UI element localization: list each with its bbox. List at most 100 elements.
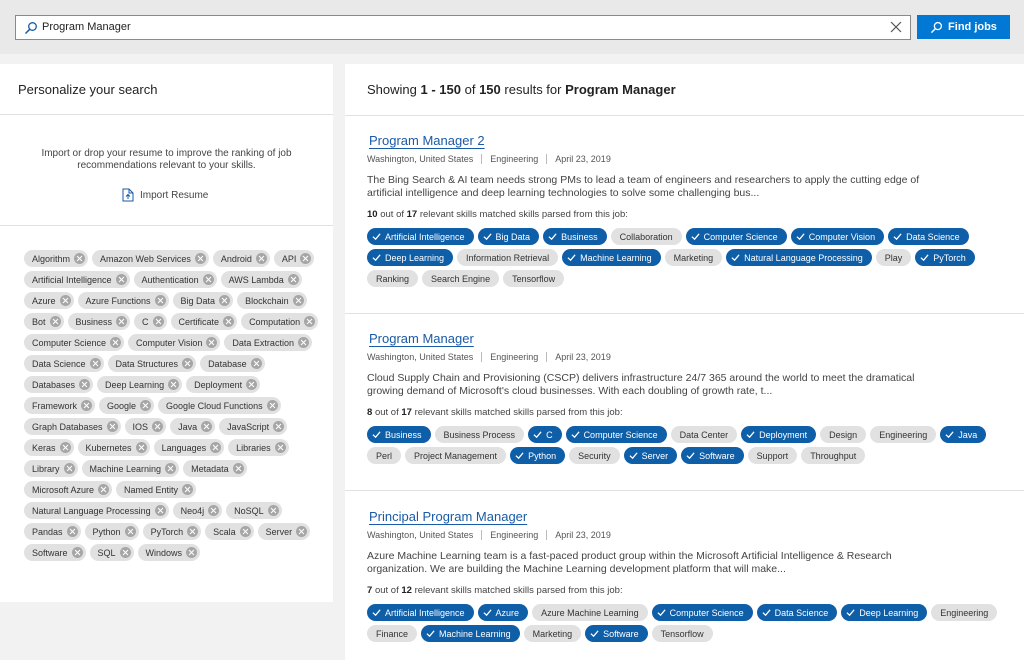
remove-icon[interactable] [116, 316, 128, 327]
find-jobs-button[interactable]: Find jobs [917, 15, 1010, 39]
skill-filter-chip[interactable]: Business [67, 313, 131, 330]
remove-icon[interactable] [250, 358, 262, 369]
skill-filter-chip[interactable]: Deployment [186, 376, 261, 393]
skill-filter-chip[interactable]: Databases [24, 376, 94, 393]
remove-icon[interactable] [273, 421, 285, 432]
skill-filter-chip[interactable]: Google Cloud Functions [158, 397, 281, 414]
remove-icon[interactable] [81, 400, 93, 411]
job-title-link[interactable]: Program Manager 2 [369, 133, 485, 148]
remove-icon[interactable] [154, 295, 166, 306]
skill-filter-chip[interactable]: Authentication [133, 271, 217, 288]
remove-icon[interactable] [187, 526, 199, 537]
remove-icon[interactable] [152, 316, 164, 327]
remove-icon[interactable] [210, 442, 222, 453]
remove-icon[interactable] [66, 526, 78, 537]
remove-icon[interactable] [246, 379, 258, 390]
skill-filter-chip[interactable]: Keras [24, 439, 74, 456]
remove-icon[interactable] [119, 547, 131, 558]
remove-icon[interactable] [296, 526, 308, 537]
skill-filter-chip[interactable]: Windows [137, 544, 201, 561]
skill-filter-chip[interactable]: Scala [205, 523, 254, 540]
remove-icon[interactable] [206, 337, 218, 348]
job-title-link[interactable]: Principal Program Manager [369, 509, 527, 524]
skill-filter-chip[interactable]: Pandas [24, 523, 81, 540]
skill-filter-chip[interactable]: Machine Learning [81, 460, 180, 477]
skill-filter-chip[interactable]: Data Science [24, 355, 104, 372]
skill-filter-chip[interactable]: Languages [153, 439, 225, 456]
remove-icon[interactable] [208, 505, 220, 516]
remove-icon[interactable] [255, 253, 267, 264]
skill-filter-chip[interactable]: Bot [24, 313, 64, 330]
skill-filter-chip[interactable]: Named Entity [116, 481, 197, 498]
skill-filter-chip[interactable]: Computer Vision [128, 334, 221, 351]
remove-icon[interactable] [168, 379, 180, 390]
remove-icon[interactable] [300, 253, 312, 264]
skill-filter-chip[interactable]: Database [200, 355, 265, 372]
remove-icon[interactable] [219, 295, 231, 306]
remove-icon[interactable] [267, 505, 279, 516]
skill-filter-chip[interactable]: Data Extraction [224, 334, 312, 351]
skill-filter-chip[interactable]: Framework [24, 397, 96, 414]
remove-icon[interactable] [124, 526, 136, 537]
remove-icon[interactable] [201, 421, 213, 432]
skill-filter-chip[interactable]: Library [24, 460, 78, 477]
close-icon[interactable] [890, 21, 902, 33]
skill-filter-chip[interactable]: Google [99, 397, 155, 414]
skill-filter-chip[interactable]: Blockchain [237, 292, 307, 309]
skill-filter-chip[interactable]: Computation [241, 313, 319, 330]
search-box[interactable]: Program Manager [15, 15, 911, 40]
remove-icon[interactable] [292, 295, 304, 306]
skill-filter-chip[interactable]: Amazon Web Services [92, 250, 209, 267]
remove-icon[interactable] [154, 505, 166, 516]
skill-filter-chip[interactable]: IOS [124, 418, 167, 435]
skill-filter-chip[interactable]: Artificial Intelligence [24, 271, 130, 288]
remove-icon[interactable] [232, 463, 244, 474]
remove-icon[interactable] [304, 316, 316, 327]
skill-filter-chip[interactable]: Microsoft Azure [24, 481, 113, 498]
remove-icon[interactable] [74, 253, 86, 264]
skill-filter-chip[interactable]: SQL [89, 544, 134, 561]
remove-icon[interactable] [59, 442, 71, 453]
skill-filter-chip[interactable]: NoSQL [226, 502, 282, 519]
skill-filter-chip[interactable]: Android [212, 250, 270, 267]
remove-icon[interactable] [140, 400, 152, 411]
skill-filter-chip[interactable]: Computer Science [24, 334, 125, 351]
remove-icon[interactable] [115, 274, 127, 285]
remove-icon[interactable] [106, 421, 118, 432]
skill-filter-chip[interactable]: C [134, 313, 167, 330]
skill-filter-chip[interactable]: API [273, 250, 315, 267]
remove-icon[interactable] [266, 400, 278, 411]
skill-filter-chip[interactable]: Metadata [183, 460, 247, 477]
remove-icon[interactable] [287, 274, 299, 285]
remove-icon[interactable] [297, 337, 309, 348]
remove-icon[interactable] [165, 463, 177, 474]
remove-icon[interactable] [186, 547, 198, 558]
remove-icon[interactable] [202, 274, 214, 285]
skill-filter-chip[interactable]: Azure [24, 292, 74, 309]
remove-icon[interactable] [135, 442, 147, 453]
job-title-link[interactable]: Program Manager [369, 331, 474, 346]
remove-icon[interactable] [223, 316, 235, 327]
remove-icon[interactable] [239, 526, 251, 537]
skill-filter-chip[interactable]: PyTorch [142, 523, 202, 540]
skill-filter-chip[interactable]: Algorithm [24, 250, 89, 267]
skill-filter-chip[interactable]: Libraries [228, 439, 289, 456]
remove-icon[interactable] [89, 358, 101, 369]
skill-filter-chip[interactable]: Kubernetes [77, 439, 150, 456]
remove-icon[interactable] [79, 379, 91, 390]
skill-filter-chip[interactable]: Python [84, 523, 139, 540]
remove-icon[interactable] [63, 463, 75, 474]
skill-filter-chip[interactable]: Server [257, 523, 311, 540]
skill-filter-chip[interactable]: Big Data [172, 292, 234, 309]
remove-icon[interactable] [98, 484, 110, 495]
remove-icon[interactable] [274, 442, 286, 453]
remove-icon[interactable] [59, 295, 71, 306]
skill-filter-chip[interactable]: Neo4j [172, 502, 223, 519]
skill-filter-chip[interactable]: Deep Learning [97, 376, 183, 393]
skill-filter-chip[interactable]: Java [170, 418, 216, 435]
skill-filter-chip[interactable]: Software [24, 544, 86, 561]
skill-filter-chip[interactable]: Data Structures [107, 355, 197, 372]
skill-filter-chip[interactable]: Certificate [170, 313, 238, 330]
remove-icon[interactable] [194, 253, 206, 264]
remove-icon[interactable] [49, 316, 61, 327]
